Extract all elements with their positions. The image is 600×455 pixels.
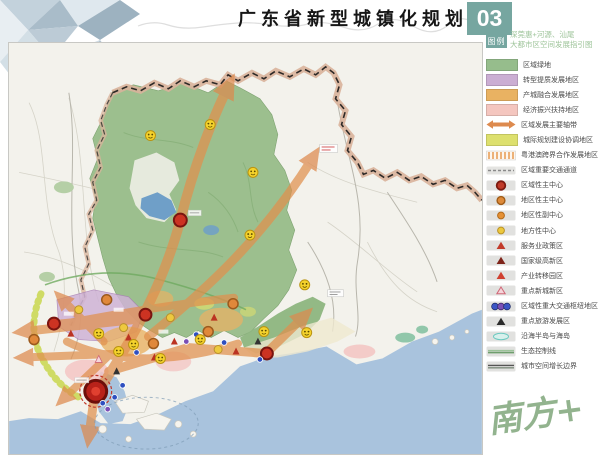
area-swatch-icon — [486, 134, 518, 146]
district-center-icon — [486, 195, 516, 206]
green-patch — [416, 326, 428, 334]
area-swatch-icon — [486, 89, 518, 101]
nanfang-plus-watermark: 南方+ — [484, 378, 600, 442]
legend-item: 重点新城新区 — [486, 283, 599, 298]
legend-item: 地区性主中心 — [486, 193, 599, 208]
eco-line-icon — [486, 346, 516, 357]
map-graphic — [9, 43, 482, 454]
tourism-zone-icon — [486, 316, 516, 327]
regional-main-center — [174, 214, 187, 227]
regional-main-center — [48, 318, 60, 330]
dashed-line-icon — [486, 165, 516, 176]
district-main-center — [228, 299, 238, 309]
subtitle-line-1: 深莞惠+河源、汕尾 — [510, 30, 600, 40]
page-title: 广东省新型城镇化规划 — [238, 5, 468, 31]
legend-item: 重点旅游发展区 — [486, 314, 599, 329]
newtown-icon — [486, 285, 516, 296]
legend-item: 粤港澳跨界合作发展地区 — [486, 148, 599, 163]
legend-item: 区域发展主要轴带 — [486, 117, 599, 132]
legend-panel: 区域绿地 转型提质发展地区 产城融合发展地区 经济振兴扶持地区 区域发展主要轴带… — [486, 57, 599, 374]
regional-center-icon — [486, 180, 516, 191]
area-swatch-icon — [486, 74, 518, 86]
local-center — [75, 306, 83, 314]
peninsula-island-icon — [486, 331, 516, 342]
legend-item: 地区性副中心 — [486, 208, 599, 223]
district-main-center — [29, 335, 39, 345]
legend-item: 区域性主中心 — [486, 178, 599, 193]
legend-item: 转型提质发展地区 — [486, 72, 599, 87]
industry-park-icon — [486, 270, 516, 281]
green-patch — [395, 333, 415, 343]
service-zone-icon — [486, 240, 516, 251]
map-canvas — [8, 42, 483, 455]
legend-item: 区域重要交通通道 — [486, 163, 599, 178]
legend-item: 城际规划建设协调地区 — [486, 132, 599, 147]
local-center — [214, 346, 222, 354]
area-swatch-icon — [486, 104, 518, 116]
district-main-center — [102, 295, 112, 305]
area-swatch-icon — [486, 59, 518, 71]
transport-hub-icon — [486, 301, 516, 312]
local-center — [120, 324, 128, 332]
legend-item: 产业转移园区 — [486, 268, 599, 283]
legend-item: 国家级高新区 — [486, 253, 599, 268]
economic-support-zone — [344, 345, 376, 359]
green-patch — [54, 181, 74, 193]
legend-item: 经济振兴扶持地区 — [486, 102, 599, 117]
legend-item: 生态控制线 — [486, 344, 599, 359]
page-number-badge: 03 — [467, 2, 512, 35]
legend-item: 地方性中心 — [486, 223, 599, 238]
growth-boundary-icon — [486, 361, 516, 372]
planning-map-page: 广东省新型城镇化规划 03 图例 深莞惠+河源、汕尾 大都市区空间发展指引图 区… — [0, 0, 600, 455]
district-main-center — [203, 327, 213, 337]
green-patch — [39, 272, 55, 282]
legend-item: 城市空间增长边界 — [486, 359, 599, 374]
district-main-center — [148, 339, 158, 349]
reservoir — [203, 225, 219, 235]
legend-title-tab: 图例 — [486, 34, 507, 48]
regional-main-center — [261, 348, 273, 360]
local-center-icon — [486, 225, 516, 236]
regional-main-center — [140, 309, 152, 321]
legend-item: 区域性重大交通枢纽地区 — [486, 299, 599, 314]
legend-item: 沿海半岛与海岛 — [486, 329, 599, 344]
legend-item: 服务业政策区 — [486, 238, 599, 253]
subtitle-line-2: 大都市区空间发展指引图 — [510, 40, 600, 50]
double-arrow-icon — [486, 119, 516, 130]
hightech-zone-icon — [486, 255, 516, 266]
district-subcenter-icon — [486, 210, 516, 221]
map-subtitle: 深莞惠+河源、汕尾 大都市区空间发展指引图 — [510, 30, 600, 50]
hatched-swatch-icon — [486, 150, 516, 161]
legend-item: 产城融合发展地区 — [486, 87, 599, 102]
local-center — [166, 314, 174, 322]
legend-item: 区域绿地 — [486, 57, 599, 72]
